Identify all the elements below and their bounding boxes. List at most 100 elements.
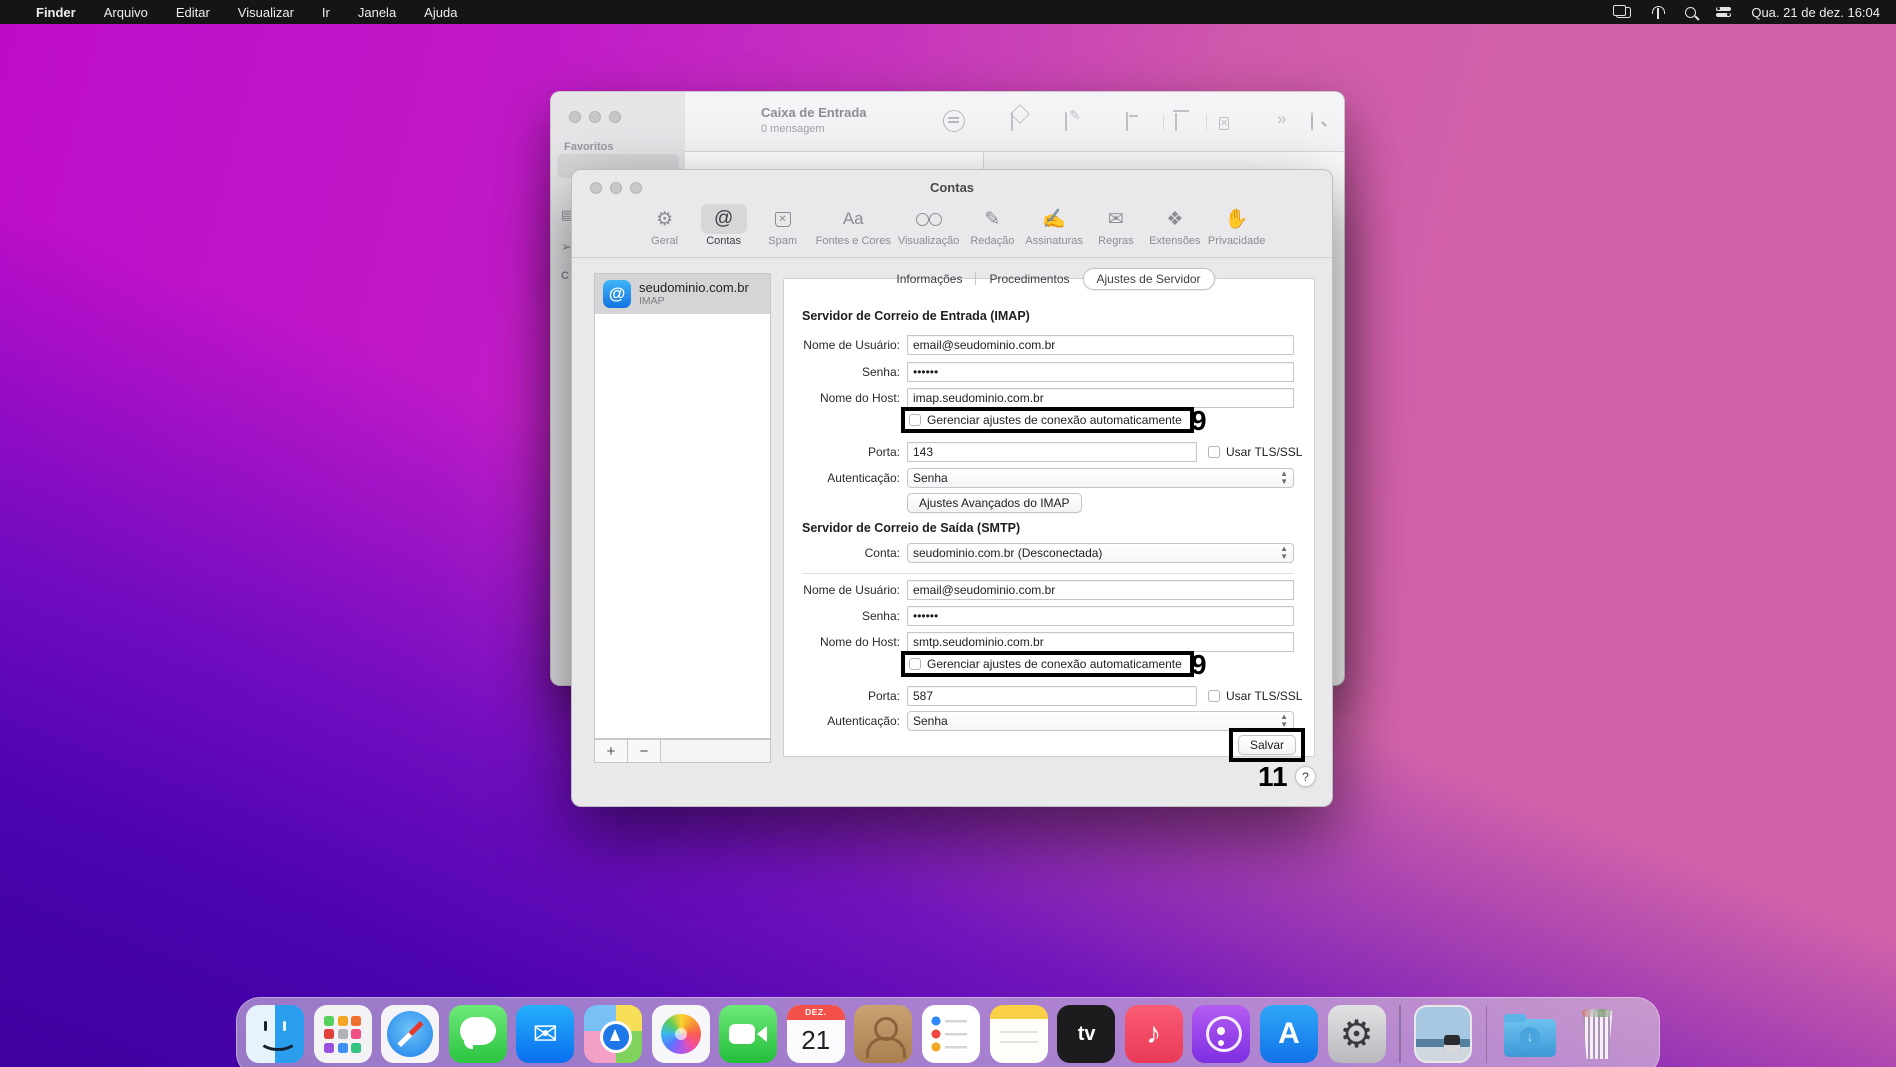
imap-tls-checkbox[interactable] xyxy=(1208,446,1220,458)
prefs-toolbar-compose[interactable]: ✎Redação xyxy=(966,204,1018,247)
stepper-icon: ▲▼ xyxy=(1280,545,1288,561)
dock-image-file-icon[interactable] xyxy=(1414,1005,1472,1063)
dock-podcasts-icon[interactable] xyxy=(1192,1005,1250,1063)
imap-auth-select[interactable]: Senha▲▼ xyxy=(907,468,1294,488)
dock: ✉ DEZ. 21 tv ♪ A ⚙ ↓ xyxy=(236,997,1660,1067)
tab-procedimentos[interactable]: Procedimentos xyxy=(976,269,1082,289)
account-at-icon: @ xyxy=(603,280,631,308)
imap-auth-label: Autenticação: xyxy=(784,471,900,485)
control-center-icon[interactable] xyxy=(1716,7,1731,18)
accounts-preferences-window: Contas ⚙Geral@Contas✕SpamAaFontes e Core… xyxy=(571,169,1333,807)
junk-icon[interactable]: ✕ xyxy=(1219,113,1229,131)
imap-advanced-button[interactable]: Ajustes Avançados do IMAP xyxy=(907,493,1082,513)
help-button[interactable]: ? xyxy=(1295,766,1316,787)
prefs-toolbar-gear[interactable]: ⚙Geral xyxy=(639,204,691,247)
account-row-selected[interactable]: @ seudominio.com.br IMAP xyxy=(595,274,770,314)
imap-password-input[interactable]: •••••• xyxy=(907,362,1294,382)
accounts-list-footer: + − xyxy=(594,739,771,763)
save-button[interactable]: Salvar xyxy=(1238,735,1296,755)
dock-downloads-icon[interactable]: ↓ xyxy=(1501,1005,1559,1063)
smtp-account-select[interactable]: seudominio.com.br (Desconectada)▲▼ xyxy=(907,543,1294,563)
check-mail-icon[interactable] xyxy=(1011,113,1013,131)
smtp-tls-label: Usar TLS/SSL xyxy=(1226,689,1302,703)
prefs-toolbar-puzzle[interactable]: ❖Extensões xyxy=(1149,204,1201,247)
menu-item-ajuda[interactable]: Ajuda xyxy=(424,5,457,20)
smtp-port-input[interactable]: 587 xyxy=(907,686,1197,706)
dock-messages-icon[interactable] xyxy=(449,1005,507,1063)
dock-launchpad-icon[interactable] xyxy=(314,1005,372,1063)
dock-contacts-icon[interactable] xyxy=(854,1005,912,1063)
stepper-icon: ▲▼ xyxy=(1280,470,1288,486)
menu-item-visualizar[interactable]: Visualizar xyxy=(238,5,294,20)
dock-separator xyxy=(1486,1005,1488,1063)
wireless-icon[interactable] xyxy=(1651,6,1665,19)
save-annotation: Salvar xyxy=(1229,728,1305,762)
imap-port-input[interactable]: 143 xyxy=(907,442,1197,462)
prefs-toolbar-hand[interactable]: ✋Privacidade xyxy=(1208,204,1265,247)
spotlight-icon[interactable] xyxy=(1685,7,1696,18)
menu-bar: Finder Arquivo Editar Visualizar Ir Janela Aju… xyxy=(0,0,1896,24)
annotation-step-11: 11 xyxy=(1258,763,1288,791)
tab-ajustes-de-servidor[interactable]: Ajustes de Servidor xyxy=(1083,268,1215,290)
smtp-auth-label: Autenticação: xyxy=(784,714,900,728)
tab-informações[interactable]: Informações xyxy=(883,269,975,289)
imap-password-label: Senha: xyxy=(784,365,900,379)
smtp-tls-checkbox[interactable] xyxy=(1208,690,1220,702)
imap-auto-manage-checkbox[interactable] xyxy=(909,414,921,426)
dock-music-icon[interactable]: ♪ xyxy=(1125,1005,1183,1063)
dock-trash-icon[interactable] xyxy=(1568,1005,1626,1063)
toolbar-label: Fontes e Cores xyxy=(816,235,891,247)
trash-icon[interactable] xyxy=(1175,113,1177,131)
calendar-day: 21 xyxy=(787,1020,845,1060)
filter-icon[interactable] xyxy=(943,110,965,132)
dock-maps-icon[interactable] xyxy=(584,1005,642,1063)
menu-item-editar[interactable]: Editar xyxy=(176,5,210,20)
prefs-toolbar-glasses[interactable]: Visualização xyxy=(898,204,960,247)
smtp-username-input[interactable]: email@seudominio.com.br xyxy=(907,580,1294,600)
dock-safari-icon[interactable] xyxy=(381,1005,439,1063)
smtp-host-label: Nome do Host: xyxy=(784,635,900,649)
mail-traffic-lights[interactable] xyxy=(569,111,621,123)
accounts-list[interactable]: @ seudominio.com.br IMAP xyxy=(594,273,771,739)
menu-item-ir[interactable]: Ir xyxy=(322,5,330,20)
search-icon[interactable] xyxy=(1311,113,1313,131)
more-toolbar-items-icon[interactable]: » xyxy=(1277,109,1284,129)
dock-finder-icon[interactable] xyxy=(246,1005,304,1063)
dock-tv-icon[interactable]: tv xyxy=(1057,1005,1115,1063)
dock-mail-icon[interactable]: ✉ xyxy=(516,1005,574,1063)
dock-notes-icon[interactable] xyxy=(990,1005,1048,1063)
smtp-host-input[interactable]: smtp.seudominio.com.br xyxy=(907,632,1294,652)
prefs-toolbar-at[interactable]: @Contas xyxy=(698,204,750,247)
dock-photos-icon[interactable] xyxy=(652,1005,710,1063)
imap-username-input[interactable]: email@seudominio.com.br xyxy=(907,335,1294,355)
smtp-password-input[interactable]: •••••• xyxy=(907,606,1294,626)
archive-icon[interactable] xyxy=(1126,113,1128,131)
smtp-auto-manage-checkbox[interactable] xyxy=(909,658,921,670)
prefs-toolbar-fonts[interactable]: AaFontes e Cores xyxy=(816,204,891,247)
prefs-toolbar-signature[interactable]: ✍Assinaturas xyxy=(1025,204,1082,247)
dock-appstore-icon[interactable]: A xyxy=(1260,1005,1318,1063)
zoom-button[interactable] xyxy=(609,111,621,123)
menu-item-janela[interactable]: Janela xyxy=(358,5,396,20)
annotation-step-9: 9 xyxy=(1191,407,1207,435)
menu-clock[interactable]: Qua. 21 de dez. 16:04 xyxy=(1751,5,1880,20)
toolbar-separator xyxy=(1163,114,1164,130)
prefs-toolbar-junk-box[interactable]: ✕Spam xyxy=(757,204,809,247)
close-button[interactable] xyxy=(569,111,581,123)
prefs-toolbar-envelope[interactable]: ✉Regras xyxy=(1090,204,1142,247)
dock-calendar-icon[interactable]: DEZ. 21 xyxy=(787,1005,845,1063)
add-account-button[interactable]: + xyxy=(595,740,628,762)
dock-facetime-icon[interactable] xyxy=(719,1005,777,1063)
imap-host-input[interactable]: imap.seudominio.com.br xyxy=(907,388,1294,408)
compose-icon: ✎ xyxy=(969,204,1015,234)
junk-box-icon: ✕ xyxy=(760,204,806,234)
stage-manager-icon[interactable] xyxy=(1616,7,1631,18)
stepper-icon: ▲▼ xyxy=(1280,713,1288,729)
menu-item-arquivo[interactable]: Arquivo xyxy=(104,5,148,20)
dock-reminders-icon[interactable] xyxy=(922,1005,980,1063)
remove-account-button[interactable]: − xyxy=(628,740,661,762)
menu-item-finder[interactable]: Finder xyxy=(36,5,76,20)
minimize-button[interactable] xyxy=(589,111,601,123)
compose-icon[interactable] xyxy=(1065,113,1067,131)
dock-system-preferences-icon[interactable]: ⚙ xyxy=(1328,1005,1386,1063)
